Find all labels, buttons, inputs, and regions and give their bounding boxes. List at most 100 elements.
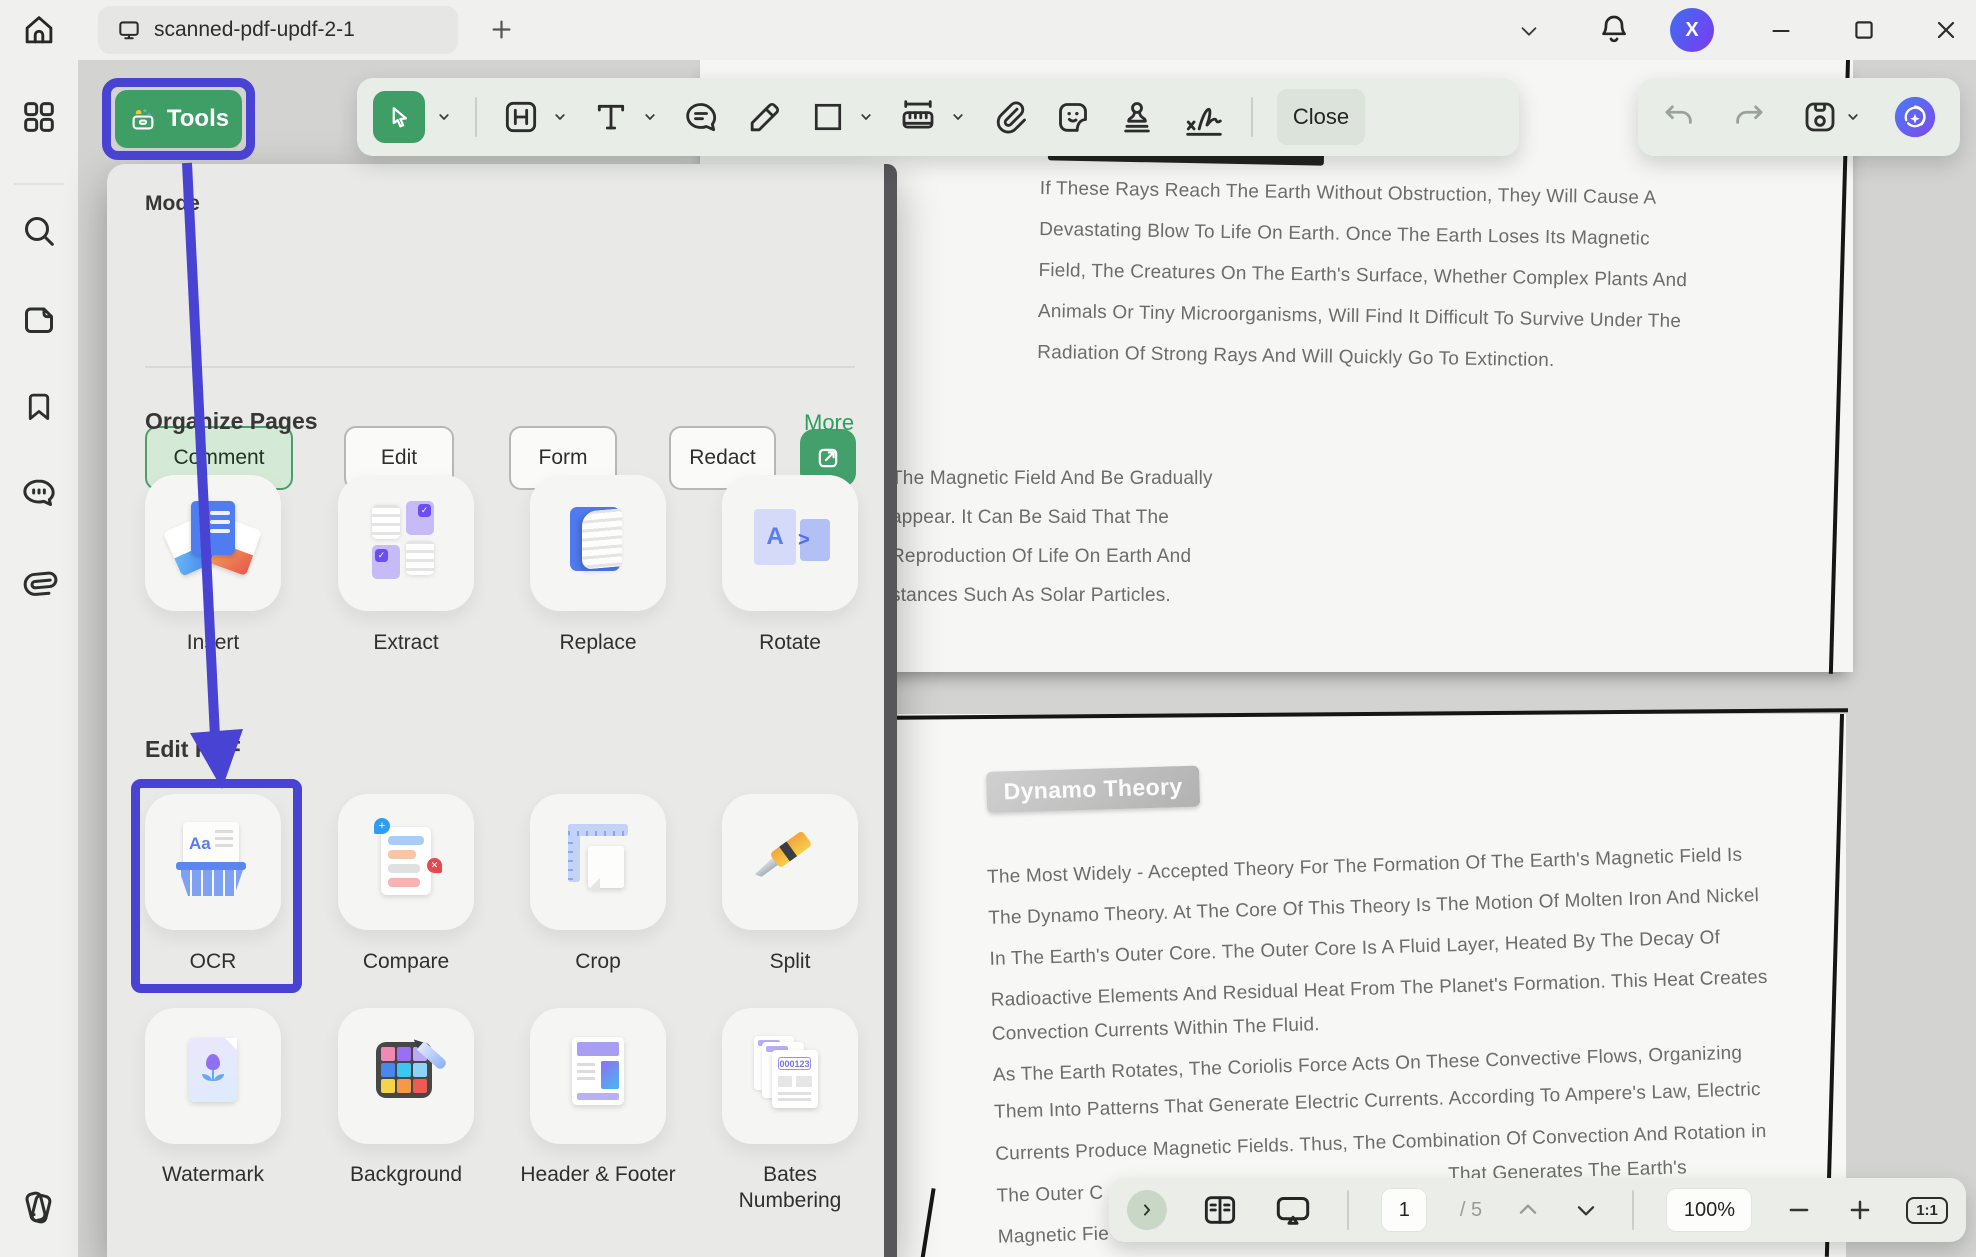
chevron-down-icon[interactable] bbox=[437, 110, 451, 124]
actual-size-button[interactable]: 1:1 bbox=[1906, 1197, 1948, 1224]
organize-more-link[interactable]: More bbox=[804, 410, 854, 436]
page-navigation-bar: 1 / 5 100% 1:1 bbox=[1109, 1178, 1966, 1242]
rotate-card[interactable]: A > bbox=[722, 475, 858, 611]
maximize-icon bbox=[1850, 16, 1878, 44]
insert-card[interactable] bbox=[145, 475, 281, 611]
apps-grid-icon bbox=[19, 97, 59, 137]
crop-card[interactable] bbox=[530, 794, 666, 930]
presentation-icon[interactable] bbox=[1272, 1189, 1314, 1231]
new-tab-button[interactable] bbox=[488, 16, 515, 43]
tools-button[interactable]: Tools bbox=[115, 90, 242, 148]
replace-card[interactable] bbox=[530, 475, 666, 611]
avatar-initial: X bbox=[1685, 19, 1698, 42]
dropdown-button[interactable] bbox=[1518, 20, 1540, 42]
minimize-button[interactable] bbox=[1768, 18, 1794, 44]
annotation-toolbar: Close bbox=[357, 78, 1519, 156]
bookmark-icon bbox=[20, 388, 58, 426]
measure-ruler-icon[interactable] bbox=[897, 96, 939, 138]
maximize-button[interactable] bbox=[1850, 16, 1878, 44]
expand-panel-button[interactable] bbox=[1127, 1190, 1167, 1230]
sidebar-item-attachments[interactable] bbox=[19, 561, 59, 601]
compare-card[interactable]: + ✕ bbox=[338, 794, 474, 930]
select-tool-button[interactable] bbox=[373, 91, 425, 143]
scan-text-line: The Most Widely - Accepted Theory For Th… bbox=[987, 845, 1743, 889]
attach-icon[interactable] bbox=[989, 97, 1029, 137]
sidebar-item-search[interactable] bbox=[19, 211, 59, 251]
crop-illustration-icon bbox=[558, 820, 638, 904]
document-type-icon bbox=[116, 17, 142, 43]
stamp-icon[interactable] bbox=[1117, 97, 1157, 137]
shape-square-icon[interactable] bbox=[809, 98, 847, 136]
page2-heading-highlight: Dynamo Theory bbox=[986, 766, 1200, 813]
bates-numbering-card[interactable]: 000123 bbox=[722, 1008, 858, 1144]
header-footer-illustration-icon bbox=[558, 1034, 638, 1118]
page-up-icon[interactable] bbox=[1515, 1197, 1541, 1223]
chevron-down-icon[interactable] bbox=[553, 110, 567, 124]
ai-assistant-icon[interactable] bbox=[1892, 94, 1938, 140]
split-label: Split bbox=[710, 949, 870, 975]
bell-icon bbox=[1596, 11, 1632, 47]
home-icon bbox=[20, 11, 58, 49]
zoom-out-icon[interactable] bbox=[1785, 1196, 1813, 1224]
page-thumbnails-icon bbox=[19, 299, 59, 339]
toolbar-divider bbox=[475, 97, 477, 137]
two-page-view-icon[interactable] bbox=[1200, 1190, 1240, 1230]
redo-icon[interactable] bbox=[1730, 98, 1768, 136]
tab-title: scanned-pdf-updf-2-1 bbox=[154, 18, 355, 42]
signature-icon[interactable] bbox=[1181, 94, 1227, 140]
bates-illustration-icon: 000123 bbox=[750, 1034, 830, 1118]
extract-illustration-icon: ✓ ✓ bbox=[366, 501, 446, 585]
edit-pdf-heading: Edit PDF bbox=[145, 736, 241, 763]
home-button[interactable] bbox=[20, 11, 58, 49]
background-card[interactable] bbox=[338, 1008, 474, 1144]
close-window-button[interactable] bbox=[1932, 16, 1960, 44]
comment-bubble-icon[interactable] bbox=[681, 97, 721, 137]
zoom-level-input[interactable]: 100% bbox=[1666, 1188, 1752, 1232]
save-icon[interactable] bbox=[1800, 97, 1840, 137]
split-card[interactable] bbox=[722, 794, 858, 930]
scan-text-line: appear. It Can Be Said That The bbox=[891, 507, 1169, 529]
replace-label: Replace bbox=[518, 630, 678, 656]
toolbar-divider bbox=[1251, 97, 1253, 137]
page-down-icon[interactable] bbox=[1573, 1197, 1599, 1223]
watermark-card[interactable] bbox=[145, 1008, 281, 1144]
bates-label: Bates Numbering bbox=[710, 1162, 870, 1215]
select-cursor-icon bbox=[385, 103, 413, 131]
document-tab[interactable]: scanned-pdf-updf-2-1 bbox=[98, 6, 458, 54]
close-toolbar-button[interactable]: Close bbox=[1277, 89, 1365, 145]
scan-text-line: Convection Currents Within The Fluid. bbox=[991, 1014, 1320, 1046]
chevron-down-icon[interactable] bbox=[951, 110, 965, 124]
sidebar-item-comments[interactable] bbox=[19, 473, 59, 513]
highlighter-icon[interactable] bbox=[745, 97, 785, 137]
sticker-icon[interactable] bbox=[1053, 97, 1093, 137]
chevron-down-icon[interactable] bbox=[643, 110, 657, 124]
undo-icon[interactable] bbox=[1660, 98, 1698, 136]
sidebar-item-apps[interactable] bbox=[19, 97, 59, 137]
heading-tool-icon[interactable] bbox=[501, 97, 541, 137]
chevron-down-icon[interactable] bbox=[859, 110, 873, 124]
tools-button-label: Tools bbox=[167, 105, 229, 133]
chevron-right-icon bbox=[1137, 1200, 1157, 1220]
scan-text-line: In The Earth's Outer Core. The Outer Cor… bbox=[989, 927, 1720, 971]
scan-text-line: Magnetic Fie bbox=[997, 1224, 1109, 1249]
sidebar-item-swatches[interactable] bbox=[19, 1187, 59, 1227]
swatches-icon bbox=[19, 1186, 59, 1228]
sidebar-item-pages[interactable] bbox=[19, 299, 59, 339]
text-tool-icon[interactable] bbox=[591, 97, 631, 137]
scan-text-line: Them Into Patterns That Generate Electri… bbox=[994, 1079, 1761, 1124]
sidebar-item-bookmarks[interactable] bbox=[19, 387, 59, 427]
replace-illustration-icon bbox=[558, 501, 638, 585]
extract-card[interactable]: ✓ ✓ bbox=[338, 475, 474, 611]
compare-label: Compare bbox=[326, 949, 486, 975]
notifications-button[interactable] bbox=[1596, 11, 1632, 47]
crop-label: Crop bbox=[518, 949, 678, 975]
zoom-in-icon[interactable] bbox=[1846, 1196, 1874, 1224]
page-number-input[interactable]: 1 bbox=[1381, 1188, 1427, 1232]
account-avatar[interactable]: X bbox=[1670, 8, 1714, 52]
background-illustration-icon bbox=[366, 1034, 446, 1118]
chevron-down-icon[interactable] bbox=[1846, 110, 1860, 124]
header-footer-card[interactable] bbox=[530, 1008, 666, 1144]
rotate-illustration-icon: A > bbox=[750, 501, 830, 585]
insert-illustration-icon bbox=[173, 501, 253, 585]
panel-scrollbar[interactable] bbox=[884, 164, 897, 1257]
